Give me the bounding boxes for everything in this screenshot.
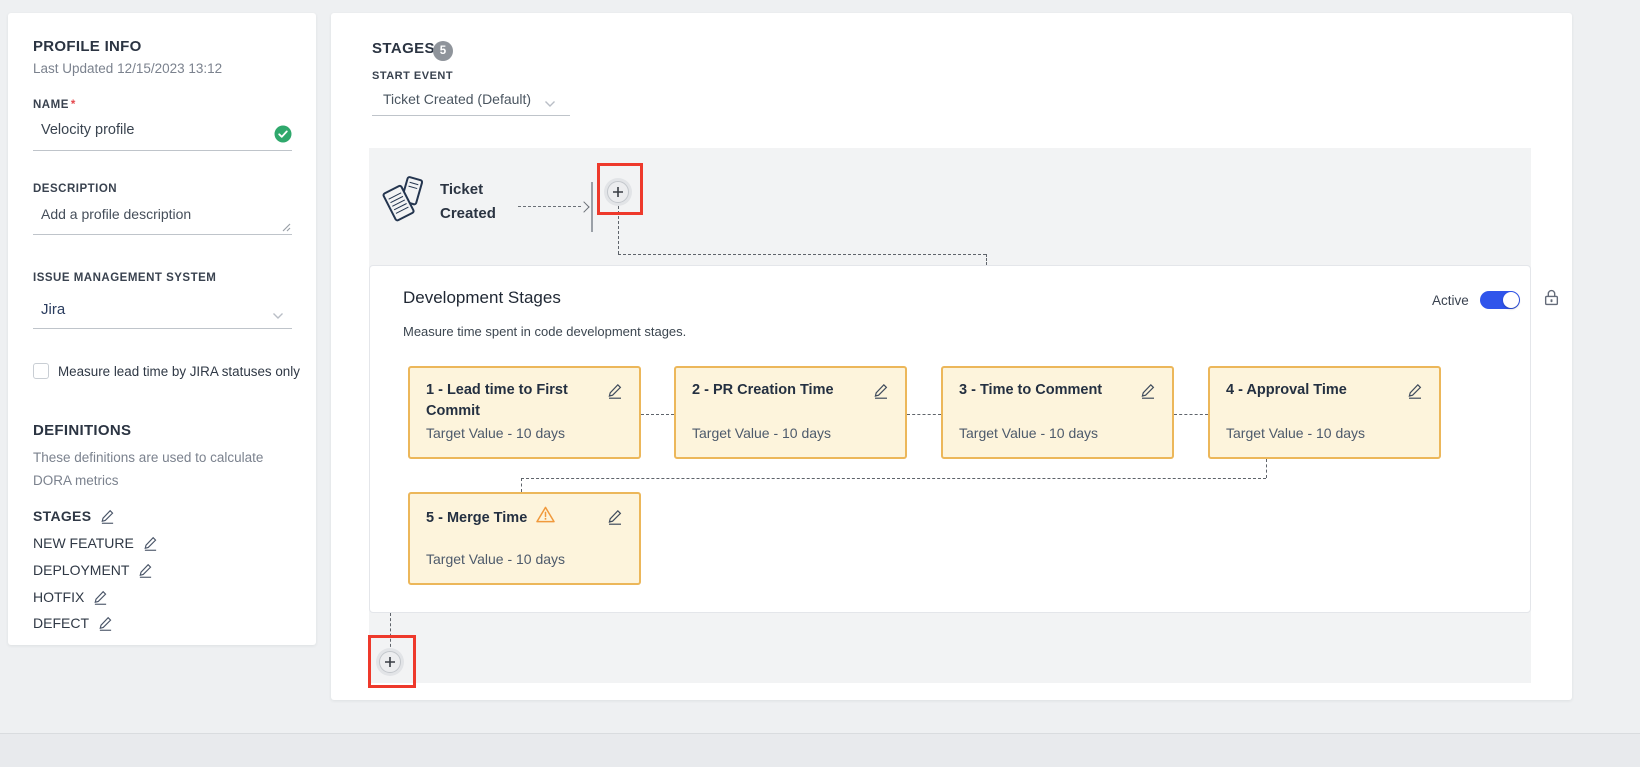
edit-icon[interactable] (143, 536, 158, 551)
edit-icon[interactable] (98, 616, 113, 631)
stage-title: 3 - Time to Comment (959, 380, 1128, 401)
edit-icon[interactable] (100, 509, 115, 524)
edit-stage-button[interactable] (1407, 383, 1423, 399)
resize-handle-icon[interactable] (281, 219, 291, 237)
ticket-icon (381, 174, 425, 229)
definition-item-stages[interactable]: STAGES (33, 508, 115, 524)
flow-connector (518, 206, 581, 207)
stage-target-value: Target Value - 10 days (692, 425, 831, 441)
start-node-label: Ticket Created (440, 178, 520, 226)
definition-item-hotfix[interactable]: HOTFIX (33, 589, 108, 605)
definition-label: HOTFIX (33, 589, 84, 605)
definition-label: DEPLOYMENT (33, 562, 129, 578)
flow-connector (521, 478, 1266, 479)
last-updated: Last Updated 12/15/2023 13:12 (33, 61, 222, 76)
edit-icon[interactable] (93, 590, 108, 605)
definition-item-defect[interactable]: DEFECT (33, 615, 113, 631)
flow-connector (1266, 459, 1267, 478)
stages-count-badge: 5 (433, 41, 453, 61)
arrowhead-icon (578, 201, 589, 212)
active-toggle[interactable] (1480, 291, 1520, 309)
workflow-canvas: Ticket Created Development Stages Measur… (369, 148, 1531, 683)
stage-target-value: Target Value - 10 days (426, 425, 565, 441)
edit-icon[interactable] (138, 563, 153, 578)
stages-title: STAGES (372, 40, 435, 57)
toggle-knob (1503, 292, 1519, 308)
stages-main-panel: STAGES 5 START EVENT Ticket Created (Def… (331, 13, 1572, 700)
description-label: DESCRIPTION (33, 183, 117, 195)
stage-title: 1 - Lead time to First Commit (426, 380, 595, 422)
definition-item-deployment[interactable]: DEPLOYMENT (33, 562, 153, 578)
stage-card-5[interactable]: 5 - Merge Time Target Value - 10 days (408, 492, 641, 585)
definition-label: NEW FEATURE (33, 535, 134, 551)
flow-connector (907, 414, 941, 415)
valid-check-icon (274, 125, 292, 148)
start-event-select[interactable]: Ticket Created (Default) (372, 87, 570, 116)
issue-management-label: ISSUE MANAGEMENT SYSTEM (33, 272, 216, 284)
definition-label: STAGES (33, 508, 91, 524)
last-updated-label: Last Updated (33, 61, 113, 76)
flow-connector (641, 414, 674, 415)
stage-card-3[interactable]: 3 - Time to Comment Target Value - 10 da… (941, 366, 1174, 459)
start-event-label: START EVENT (372, 70, 453, 82)
definition-label: DEFECT (33, 615, 89, 631)
flow-connector (618, 254, 986, 255)
chevron-down-icon (272, 307, 284, 325)
edit-stage-button[interactable] (873, 383, 889, 399)
lead-time-checkbox[interactable]: Measure lead time by JIRA statuses only (33, 363, 300, 379)
profile-info-title: PROFILE INFO (33, 38, 142, 55)
last-updated-value: 12/15/2023 13:12 (117, 61, 222, 76)
checkbox-label: Measure lead time by JIRA statuses only (58, 364, 300, 379)
warning-icon (536, 506, 555, 530)
stage-target-value: Target Value - 10 days (959, 425, 1098, 441)
profile-name-input[interactable] (33, 117, 292, 151)
stage-target-value: Target Value - 10 days (1226, 425, 1365, 441)
definitions-title: DEFINITIONS (33, 422, 131, 439)
lock-icon[interactable] (1543, 289, 1560, 311)
stage-target-value: Target Value - 10 days (426, 551, 565, 567)
click-highlight-bottom (368, 635, 416, 688)
name-label: NAME* (33, 99, 76, 111)
flow-connector (1174, 414, 1208, 415)
development-stages-panel: Development Stages Measure time spent in… (369, 265, 1531, 613)
profile-description-input[interactable] (33, 201, 292, 235)
profile-info-sidebar: PROFILE INFO Last Updated 12/15/2023 13:… (8, 13, 316, 645)
page-footer-band (0, 733, 1640, 767)
stage-card-4[interactable]: 4 - Approval Time Target Value - 10 days (1208, 366, 1441, 459)
stage-title: 2 - PR Creation Time (692, 380, 861, 401)
issue-management-select[interactable]: Jira (33, 297, 292, 329)
stage-card-1[interactable]: 1 - Lead time to First Commit Target Val… (408, 366, 641, 459)
start-event-value: Ticket Created (Default) (383, 91, 531, 107)
flow-connector (521, 478, 522, 492)
definition-item-new-feature[interactable]: NEW FEATURE (33, 535, 158, 551)
edit-stage-button[interactable] (1140, 383, 1156, 399)
active-label: Active (1432, 293, 1469, 308)
panel-subtitle: Measure time spent in code development s… (403, 324, 686, 339)
flow-connector (986, 254, 987, 265)
stage-title: 5 - Merge Time (426, 508, 527, 529)
stage-card-2[interactable]: 2 - PR Creation Time Target Value - 10 d… (674, 366, 907, 459)
checkbox-box[interactable] (33, 363, 49, 379)
definitions-subtitle: These definitions are used to calculate … (33, 446, 285, 492)
chevron-down-icon (544, 95, 556, 113)
edit-stage-button[interactable] (607, 509, 623, 525)
edit-stage-button[interactable] (607, 383, 623, 399)
issue-management-value: Jira (41, 301, 65, 318)
stage-title: 4 - Approval Time (1226, 380, 1395, 401)
drop-indicator-line (591, 182, 593, 232)
required-asterisk: * (71, 99, 76, 111)
panel-title: Development Stages (403, 288, 561, 308)
click-highlight-top (597, 163, 643, 215)
